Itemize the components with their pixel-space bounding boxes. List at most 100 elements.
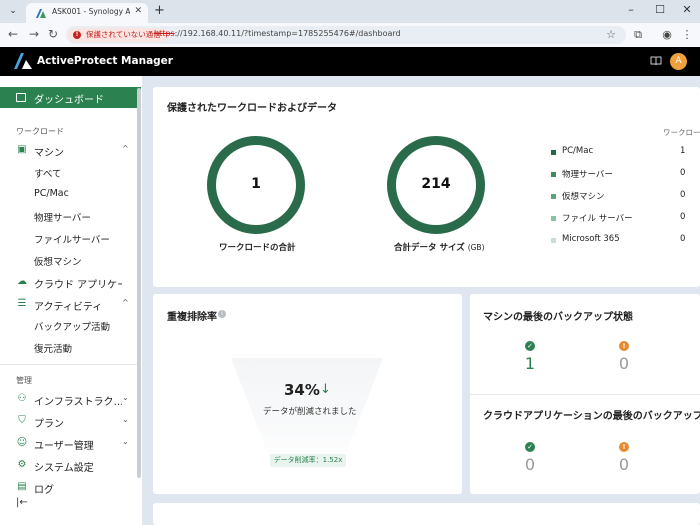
sidebar-scrollbar[interactable]	[137, 88, 141, 478]
warning-icon: !	[73, 31, 81, 39]
protected-workloads-title: 保護されたワークロードおよびデータ	[167, 103, 337, 114]
tab-title: ASK001 - Synology ActiveProtect	[52, 7, 130, 16]
legend-swatch	[551, 238, 556, 243]
forward-icon[interactable]: →	[27, 27, 41, 41]
arrow-down-icon: ↓	[320, 382, 331, 397]
browser-tab[interactable]: ASK001 - Synology ActiveProtect ✕	[26, 3, 148, 23]
machine-icon: ▣	[17, 144, 27, 155]
browser-menu-icon[interactable]: ⋮	[680, 28, 694, 41]
dedup-title: 重複排除率	[167, 312, 217, 323]
legend-label-physical-server: 物理サーバー	[562, 170, 613, 180]
legend-value-vm: 0	[680, 190, 686, 200]
security-badge[interactable]: ! 保護されていない通信	[68, 28, 167, 42]
activity-icon: ☰	[17, 298, 27, 309]
workload-column-header: ワークロー	[663, 128, 700, 137]
success-check-icon: ✓	[525, 442, 535, 452]
legend-value-microsoft365: 0	[680, 234, 686, 244]
minimize-icon[interactable]: –	[623, 3, 639, 16]
legend-swatch	[551, 150, 556, 155]
synology-logo-icon	[36, 9, 46, 18]
total-data-value: 214	[421, 176, 451, 192]
chevron-down-icon: ⌄	[122, 415, 129, 424]
chevron-up-icon: ^	[122, 298, 129, 307]
url-field[interactable]: ! 保護されていない通信 https://192.168.40.11/?time…	[66, 26, 626, 44]
chevron-up-icon: ^	[122, 144, 129, 153]
sidebar-subitem-physical-server[interactable]: 物理サーバー	[34, 210, 91, 224]
success-check-icon: ✓	[525, 341, 535, 351]
cloud-backup-warning-count: 0	[618, 455, 630, 474]
tab-close-icon[interactable]: ✕	[134, 6, 142, 16]
sidebar-item-activity[interactable]: ☰ アクティビティ ^	[0, 294, 141, 314]
lower-card-partial	[153, 503, 700, 525]
sidebar-item-infrastructure[interactable]: ⚇ インフラストラク… ⌄	[0, 389, 141, 409]
infrastructure-icon: ⚇	[17, 393, 27, 404]
sidebar: ダッシュボード ワークロード ▣ マシン ^ すべて PC/Mac 物理サーバー…	[0, 76, 143, 525]
machine-backup-warning-count: 0	[618, 354, 630, 373]
sidebar-subitem-backup-activity[interactable]: バックアップ活動	[34, 319, 110, 333]
sidebar-item-dashboard[interactable]: ダッシュボード	[0, 87, 141, 108]
tab-search-icon[interactable]: ⌄	[6, 4, 20, 18]
sidebar-item-cloud-apps[interactable]: ☁ クラウド アプリケーシ…	[0, 272, 141, 292]
sidebar-item-plan[interactable]: ⛉ プラン ⌄	[0, 411, 141, 431]
profile-icon[interactable]: ◉	[660, 28, 674, 41]
close-window-icon[interactable]: ✕	[679, 3, 695, 16]
total-workloads-label: ワークロードの合計	[219, 243, 296, 253]
sidebar-divider	[0, 364, 141, 365]
dedup-percent: 34%	[284, 381, 320, 399]
back-icon[interactable]: ←	[6, 27, 20, 41]
total-workloads-value: 1	[251, 176, 261, 192]
chevron-down-icon: ⌄	[122, 437, 129, 446]
backup-card-divider	[470, 394, 700, 395]
user-avatar[interactable]: A	[670, 53, 687, 70]
sidebar-subitem-file-server[interactable]: ファイルサーバー	[34, 232, 110, 246]
user-icon: ☺	[16, 437, 28, 448]
machine-backup-success-count: 1	[524, 354, 536, 373]
gear-icon: ⚙	[17, 459, 27, 470]
dedup-subtitle: データが削減されました	[263, 407, 357, 417]
dashboard-icon	[16, 93, 26, 102]
legend-value-pcmac: 1	[680, 146, 686, 156]
bookmark-star-icon[interactable]: ☆	[606, 28, 616, 41]
legend-value-file-server: 0	[680, 212, 686, 222]
log-icon: ▤	[17, 481, 27, 492]
legend-swatch	[551, 172, 556, 177]
section-title-manage: 管理	[16, 376, 32, 385]
legend-label-pcmac: PC/Mac	[562, 146, 594, 156]
app-header: ActiveProtect Manager A	[0, 47, 700, 76]
cloud-app-icon: ☁	[17, 276, 27, 287]
chevron-down-icon: ⌄	[122, 393, 129, 402]
cloud-backup-title: クラウドアプリケーションの最後のバックアップ	[483, 411, 700, 422]
sidebar-item-machines[interactable]: ▣ マシン ^	[0, 140, 141, 160]
sidebar-item-user-management[interactable]: ☺ ユーザー管理 ⌄	[0, 433, 141, 453]
total-data-label: 合計データ サイズ (GB)	[394, 243, 485, 253]
warning-icon: !	[619, 442, 629, 452]
sidebar-item-system-settings[interactable]: ⚙ システム設定	[0, 455, 141, 475]
address-bar: ← → ↻ ! 保護されていない通信 https://192.168.40.11…	[0, 23, 700, 47]
activeprotect-logo-icon	[14, 53, 32, 69]
legend-label-file-server: ファイル サーバー	[562, 214, 633, 224]
new-tab-icon[interactable]: +	[154, 3, 165, 18]
sidebar-subitem-all[interactable]: すべて	[34, 166, 61, 180]
cloud-backup-success-count: 0	[524, 455, 536, 474]
browser-tab-bar: ⌄ ASK001 - Synology ActiveProtect ✕ + – …	[0, 0, 700, 23]
legend-value-physical-server: 0	[680, 168, 686, 178]
app-title: ActiveProtect Manager	[37, 55, 173, 67]
maximize-icon[interactable]: ☐	[652, 3, 668, 16]
legend-label-microsoft365: Microsoft 365	[562, 234, 620, 244]
sidebar-subitem-pcmac[interactable]: PC/Mac	[34, 188, 69, 199]
legend-swatch	[551, 194, 556, 199]
help-book-icon[interactable]	[650, 56, 662, 66]
url-text: https://192.168.40.11/?timestamp=1785255…	[154, 29, 401, 38]
extensions-icon[interactable]: ⧉	[631, 28, 645, 42]
sidebar-subitem-vm[interactable]: 仮想マシン	[34, 254, 82, 268]
sidebar-item-log[interactable]: ▤ ログ	[0, 477, 141, 497]
reload-icon[interactable]: ↻	[46, 27, 60, 41]
sidebar-subitem-restore-activity[interactable]: 復元活動	[34, 341, 72, 355]
collapse-sidebar-icon[interactable]: |←	[16, 497, 28, 508]
warning-icon: !	[619, 341, 629, 351]
section-title-workload: ワークロード	[16, 127, 64, 136]
machine-backup-title: マシンの最後のバックアップ状態	[483, 312, 633, 323]
legend-label-vm: 仮想マシン	[562, 192, 605, 202]
legend-swatch	[551, 216, 556, 221]
info-icon[interactable]: i	[218, 310, 226, 318]
